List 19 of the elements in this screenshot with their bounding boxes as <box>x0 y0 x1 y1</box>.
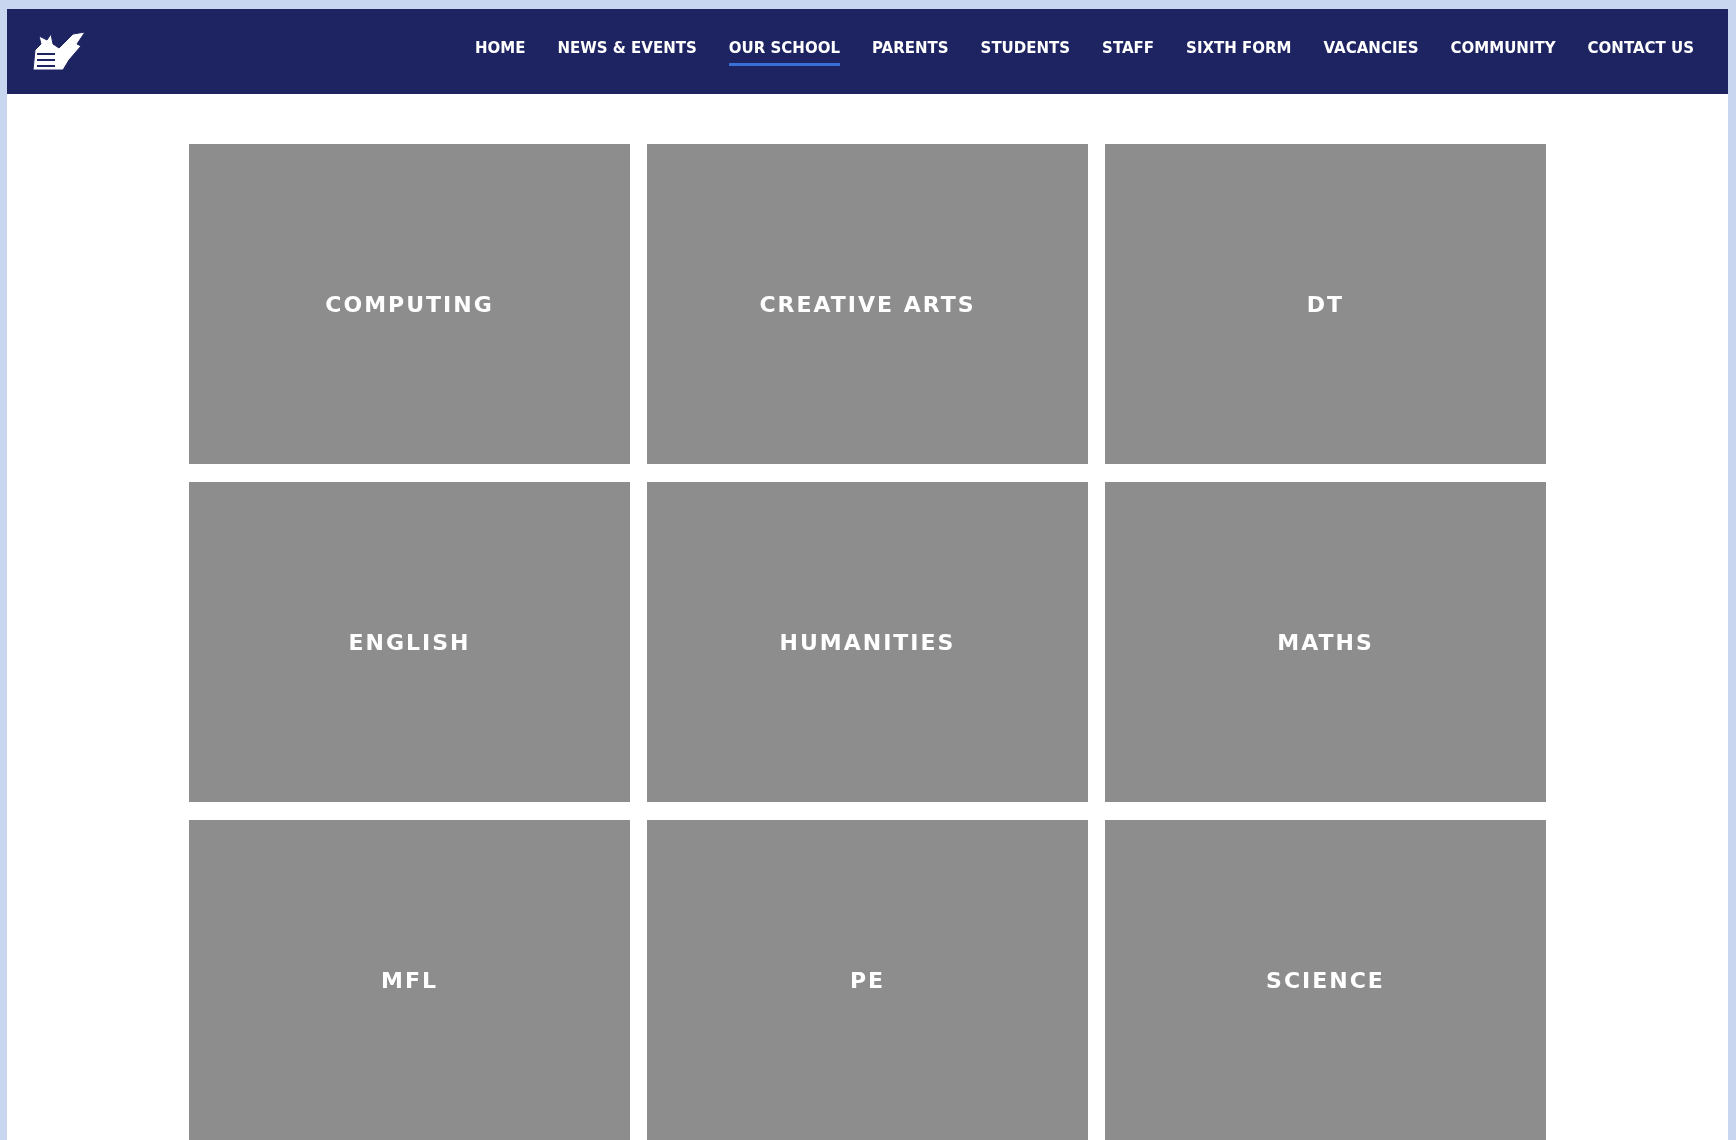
nav-link[interactable]: VACANCIES <box>1323 37 1419 66</box>
nav-link[interactable]: COMMUNITY <box>1450 37 1556 66</box>
nav-link[interactable]: STAFF <box>1102 37 1155 66</box>
tile-label: ENGLISH <box>348 628 471 657</box>
nav-link[interactable]: STUDENTS <box>980 37 1071 66</box>
nav-link[interactable]: OUR SCHOOL <box>728 37 840 66</box>
tile-label: MATHS <box>1277 628 1374 657</box>
nav-link[interactable]: CONTACT US <box>1587 37 1694 66</box>
tile-label: COMPUTING <box>325 290 494 319</box>
tile-label: PE <box>849 966 886 995</box>
nav-link[interactable]: HOME <box>474 37 526 66</box>
tile-label: CREATIVE ARTS <box>759 290 976 319</box>
tile-label: HUMANITIES <box>779 628 956 657</box>
tile-label: MFL <box>381 966 438 995</box>
tile-label: DT <box>1306 290 1345 319</box>
nav-link[interactable]: NEWS & EVENTS <box>557 37 697 66</box>
tile-label: SCIENCE <box>1266 966 1385 995</box>
nav-link[interactable]: SIXTH FORM <box>1186 37 1292 66</box>
nav-link[interactable]: PARENTS <box>871 37 949 66</box>
